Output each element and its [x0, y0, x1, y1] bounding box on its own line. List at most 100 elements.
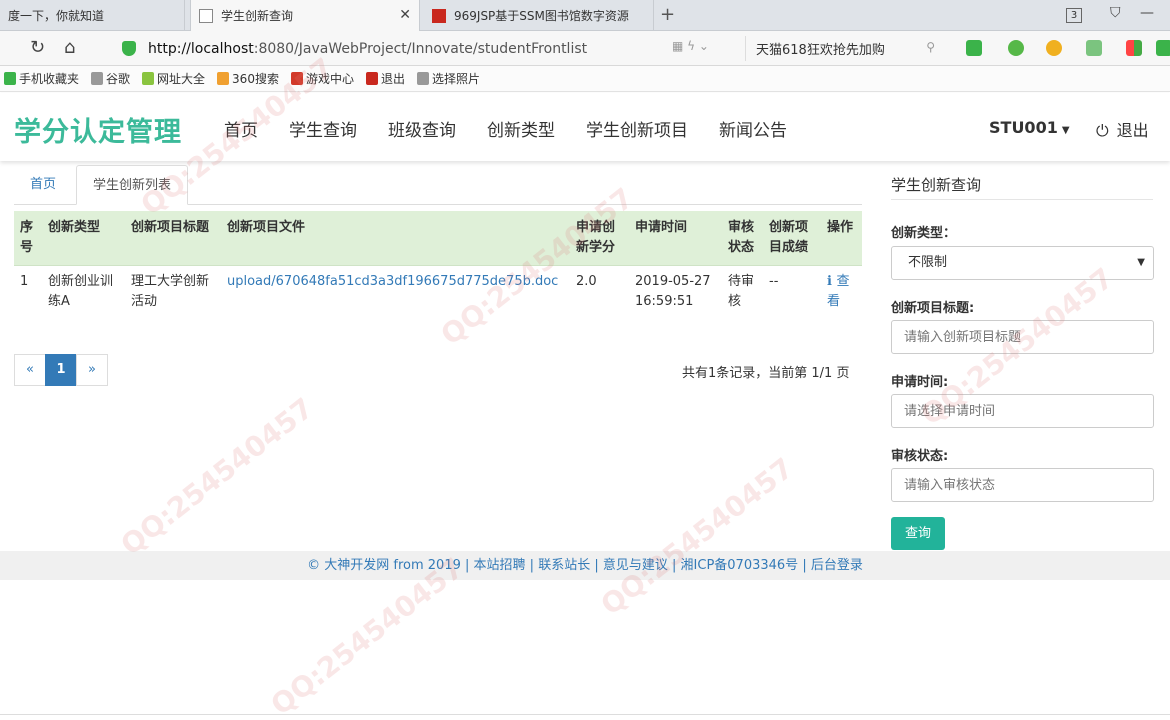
footer-link-icp[interactable]: 湘ICP备0703346号	[681, 558, 799, 573]
bookmark-item[interactable]: 网址大全	[142, 70, 205, 87]
minimize-icon[interactable]: —	[1140, 5, 1154, 21]
time-label: 申请时间:	[891, 375, 949, 390]
title-input[interactable]	[891, 320, 1154, 354]
chevron-down-icon: ▼	[1137, 257, 1145, 268]
page-icon	[199, 8, 213, 23]
col-credit: 申请创新学分	[570, 211, 629, 266]
footer-link-jobs[interactable]: 本站招聘	[474, 558, 526, 573]
bookmark-icon	[365, 72, 378, 85]
cell-credit: 2.0	[576, 274, 597, 289]
cell-score: --	[769, 274, 779, 289]
browser-tab-title: 969JSP基于SSM图书馆数字资源	[454, 9, 629, 23]
tab-student-innovation-list[interactable]: 学生创新列表	[76, 165, 189, 205]
table-header-row: 序号 创新类型 创新项目标题 创新项目文件 申请创新学分 申请时间 审核状态 创…	[14, 211, 862, 266]
col-status: 审核状态	[722, 211, 763, 266]
cell-action: ℹ 查看	[821, 266, 862, 319]
site-footer: © 大神开发网 from 2019 | 本站招聘 | 联系站长 | 意见与建议 …	[0, 551, 1170, 580]
table-row: 1 创新创业训练A 理工大学创新活动 upload/670648fa51cd3a…	[14, 266, 862, 319]
url-text: http://localhost:8080/JavaWebProject/Inn…	[148, 40, 588, 57]
bookmark-item[interactable]: 谷歌	[91, 70, 130, 87]
user-menu[interactable]: STU001 ▼	[989, 118, 1070, 137]
browser-tab-active[interactable]: 学生创新查询 ✕	[190, 0, 420, 31]
status-label: 审核状态:	[891, 449, 949, 464]
col-no: 序号	[14, 211, 42, 266]
cell-status: 待审核	[728, 274, 755, 309]
coin-extension-icon[interactable]	[1046, 40, 1062, 56]
col-time: 申请时间	[629, 211, 722, 266]
address-bar: ↻ ⌂ http://localhost:8080/JavaWebProject…	[0, 31, 1170, 66]
scissors-extension-icon[interactable]	[966, 40, 982, 56]
browser-tab-title: 度一下，你就知道	[8, 9, 105, 23]
watermark: QQ:254540457	[114, 391, 320, 562]
time-input[interactable]	[891, 394, 1154, 428]
col-action: 操作	[821, 211, 862, 266]
image-extension-icon[interactable]	[1086, 40, 1102, 56]
next-page-button[interactable]: »	[76, 354, 108, 386]
nav-student-query[interactable]: 学生查询	[289, 116, 357, 141]
bookmark-item[interactable]: 360搜索	[217, 70, 279, 87]
watermark: QQ:254540457	[594, 451, 800, 622]
close-tab-icon[interactable]: ✕	[399, 7, 411, 23]
bookmark-icon	[142, 72, 155, 85]
site-brand[interactable]: 学分认定管理	[14, 110, 182, 149]
browser-search-field[interactable]: 天猫618狂欢抢先加购 ⚲	[745, 36, 943, 61]
footer-link-admin[interactable]: 后台登录	[811, 558, 863, 573]
footer-link-contact[interactable]: 联系站长	[538, 558, 590, 573]
nav-news[interactable]: 新闻公告	[719, 116, 787, 141]
browser-tab-library[interactable]: 969JSP基于SSM图书馆数字资源	[424, 0, 654, 31]
page-tabs: 首页 学生创新列表	[14, 165, 862, 205]
bookmark-item[interactable]: 退出	[365, 70, 405, 87]
type-select[interactable]: 不限制 ▼	[891, 246, 1154, 280]
page-bottom-divider	[0, 714, 1170, 715]
window-count-badge[interactable]: 3	[1066, 8, 1082, 23]
sidebar-title: 学生创新查询	[891, 176, 982, 194]
browser-tab-strip: 度一下，你就知道 学生创新查询 ✕ 969JSP基于SSM图书馆数字资源 + 3…	[0, 0, 1170, 31]
extension-icon[interactable]	[1156, 40, 1170, 56]
search-icon[interactable]: ⚲	[926, 40, 935, 54]
url-field[interactable]: http://localhost:8080/JavaWebProject/Inn…	[112, 36, 732, 61]
cell-title: 理工大学创新活动	[131, 274, 210, 309]
site-navbar: 学分认定管理 首页 学生查询 班级查询 创新类型 学生创新项目 新闻公告 STU…	[0, 93, 1170, 161]
status-input[interactable]	[891, 468, 1154, 502]
cell-no: 1	[20, 274, 29, 289]
url-tools-icon[interactable]: ▦ ϟ ⌄	[672, 39, 709, 53]
nav-class-query[interactable]: 班级查询	[388, 116, 456, 141]
cell-type: 创新创业训练A	[48, 274, 114, 309]
col-score: 创新项目成绩	[763, 211, 821, 266]
bookmark-item[interactable]: 游戏中心	[290, 70, 354, 87]
bookmark-icon	[290, 72, 303, 85]
translate-extension-icon[interactable]	[1008, 40, 1024, 56]
bookmark-icon	[416, 72, 429, 85]
caret-down-icon: ▼	[1061, 125, 1070, 136]
view-link[interactable]: ℹ 查看	[827, 274, 849, 309]
apps-icon[interactable]	[1126, 40, 1142, 56]
power-icon: ⏻	[1096, 121, 1109, 140]
page-info: 共有1条记录，当前第 1/1 页	[682, 366, 850, 381]
sidebar-divider	[891, 199, 1153, 200]
tab-home[interactable]: 首页	[14, 165, 72, 205]
footer-copyright: © 大神开发网 from 2019	[307, 558, 461, 573]
nav-student-innovation[interactable]: 学生创新项目	[586, 116, 688, 141]
file-link[interactable]: upload/670648fa51cd3a3df196675d775de75b.…	[227, 274, 558, 289]
type-label: 创新类型：	[891, 226, 957, 241]
pagination: « 1 »	[14, 354, 108, 386]
footer-link-feedback[interactable]: 意见与建议	[603, 558, 668, 573]
nav-home[interactable]: 首页	[224, 116, 258, 141]
shirt-icon[interactable]: ⛉	[1110, 5, 1121, 21]
cell-time: 2019-05-27 16:59:51	[635, 274, 711, 309]
reload-icon[interactable]: ↻	[30, 37, 45, 58]
logout-button[interactable]: ⏻ 退出	[1096, 117, 1149, 141]
title-label: 创新项目标题:	[891, 301, 975, 316]
cell-file: upload/670648fa51cd3a3df196675d775de75b.…	[221, 266, 570, 319]
new-tab-icon[interactable]: +	[660, 4, 675, 25]
main-nav: 首页 学生查询 班级查询 创新类型 学生创新项目 新闻公告	[224, 116, 818, 141]
bookmarks-bar: 手机收藏夹 谷歌 网址大全 360搜索 游戏中心 退出 选择照片	[0, 66, 1170, 92]
browser-tab-baidu[interactable]: 度一下，你就知道	[0, 0, 185, 31]
query-button[interactable]: 查询	[891, 517, 945, 550]
bookmark-item[interactable]: 选择照片	[416, 70, 480, 87]
page-button-current[interactable]: 1	[45, 354, 77, 386]
nav-innovation-type[interactable]: 创新类型	[487, 116, 555, 141]
bookmark-item[interactable]: 手机收藏夹	[4, 70, 79, 87]
prev-page-button[interactable]: «	[14, 354, 46, 386]
home-icon[interactable]: ⌂	[64, 37, 75, 58]
